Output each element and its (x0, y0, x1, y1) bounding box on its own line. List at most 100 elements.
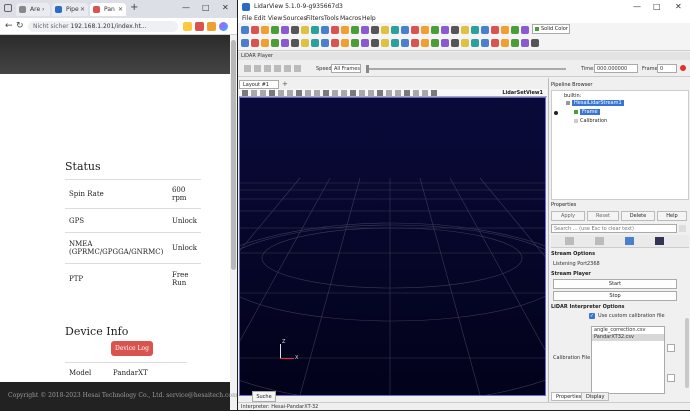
browser-tab-3[interactable]: Pan ✕ (90, 3, 126, 16)
properties-search-input[interactable]: Search ... (use Esc to clear text) (551, 224, 677, 233)
star-icon[interactable] (183, 22, 192, 31)
speed-select[interactable]: All Frames (331, 64, 361, 73)
loop-icon[interactable] (294, 65, 301, 72)
close-tab-icon[interactable]: ✕ (80, 3, 85, 16)
toolbar-tool-icon[interactable] (421, 26, 429, 34)
toolbar-tool-icon[interactable] (471, 39, 479, 47)
view-tool-icon[interactable] (251, 90, 257, 96)
toolbar-tool-icon[interactable] (271, 39, 279, 47)
add-layout-button[interactable]: + (282, 80, 288, 88)
toolbar-tool-icon[interactable] (281, 39, 289, 47)
stop-button[interactable]: Stop (553, 291, 677, 301)
pipeline-item-frame[interactable]: Frame (574, 108, 600, 116)
view-tool-icon[interactable] (377, 90, 383, 96)
toolbar-tool-icon[interactable] (381, 26, 389, 34)
list-item[interactable]: angle_correction.csv (592, 327, 664, 334)
copy-icon[interactable] (565, 237, 574, 245)
toolbar-tool-icon[interactable] (261, 39, 269, 47)
view-tool-icon[interactable] (314, 90, 320, 96)
toolbar-tool-icon[interactable] (411, 26, 419, 34)
toolbar-tool-icon[interactable] (291, 26, 299, 34)
maximize-button[interactable]: □ (202, 3, 210, 13)
toolbar-tool-icon[interactable] (271, 26, 279, 34)
toolbar-tool-icon[interactable] (311, 39, 319, 47)
toolbar-tool-icon[interactable] (501, 26, 509, 34)
browser-tab-1[interactable]: Are › (16, 3, 50, 16)
custom-calibration-checkbox[interactable]: ✓ (589, 313, 595, 319)
maximize-button[interactable]: □ (653, 2, 661, 12)
close-button[interactable]: ✕ (222, 3, 229, 13)
toolbar-tool-icon[interactable] (501, 39, 509, 47)
view-tool-icon[interactable] (242, 90, 248, 96)
view-tool-icon[interactable] (422, 90, 428, 96)
play-icon[interactable] (264, 65, 271, 72)
toolbar-tool-icon[interactable] (391, 39, 399, 47)
toolbar-tool-icon[interactable] (251, 39, 259, 47)
remove-file-icon[interactable] (667, 374, 675, 382)
new-tab-button[interactable]: + (130, 2, 138, 13)
toolbar-tool-icon[interactable] (361, 39, 369, 47)
start-button[interactable]: Start (553, 279, 677, 289)
toolbar-tool-icon[interactable] (441, 26, 449, 34)
next-frame-icon[interactable] (274, 65, 281, 72)
menu-view[interactable]: View (268, 14, 282, 23)
toolbar-tool-icon[interactable] (321, 26, 329, 34)
toolbar-tool-icon[interactable] (511, 26, 519, 34)
listening-port-field[interactable]: 2368 (587, 261, 600, 267)
frame-field[interactable]: 0 (657, 64, 677, 73)
toolbar-tool-icon[interactable] (431, 26, 439, 34)
toolbar-tool-icon[interactable] (351, 39, 359, 47)
view-tool-icon[interactable] (269, 90, 275, 96)
calibration-file-list[interactable]: angle_correction.csv PandarXT32.csv (591, 326, 665, 394)
view-tool-icon[interactable] (305, 90, 311, 96)
view-tool-icon[interactable] (296, 90, 302, 96)
toolbar-tool-icon[interactable] (301, 26, 309, 34)
toolbar-tool-icon[interactable] (491, 26, 499, 34)
toolbar-tool-icon[interactable] (411, 39, 419, 47)
save-icon[interactable] (655, 237, 664, 245)
view-tool-icon[interactable] (368, 90, 374, 96)
toolbar-tool-icon[interactable] (451, 26, 459, 34)
toolbar-tool-icon[interactable] (341, 26, 349, 34)
record-icon[interactable] (680, 65, 686, 71)
toolbar-tool-icon[interactable] (511, 39, 519, 47)
timeline-slider[interactable] (366, 68, 566, 70)
first-frame-icon[interactable] (244, 65, 251, 72)
previous-frame-icon[interactable] (254, 65, 261, 72)
menu-macros[interactable]: Macros (340, 14, 361, 23)
toolbar-tool-icon[interactable] (401, 39, 409, 47)
list-item[interactable]: PandarXT32.csv (592, 334, 664, 341)
extension-icon[interactable] (207, 22, 216, 31)
view-tool-icon[interactable] (278, 90, 284, 96)
toolbar-tool-icon[interactable] (301, 39, 309, 47)
scrollbar-thumb[interactable] (231, 40, 236, 270)
close-tab-icon[interactable]: ✕ (118, 3, 123, 16)
view-tool-icon[interactable] (323, 90, 329, 96)
gear-icon[interactable] (679, 225, 686, 232)
toolbar-tool-icon[interactable] (321, 39, 329, 47)
close-button[interactable]: ✕ (675, 2, 682, 12)
paste-icon[interactable] (595, 237, 604, 245)
menu-file[interactable]: File (242, 14, 252, 23)
toolbar-tool-icon[interactable] (331, 26, 339, 34)
back-arrow-icon[interactable]: ← (5, 21, 13, 31)
toolbar-tool-icon[interactable] (331, 39, 339, 47)
help-button[interactable]: Help (657, 211, 687, 221)
view-tool-icon[interactable] (413, 90, 419, 96)
toolbar-tool-icon[interactable] (451, 39, 459, 47)
layout-tab[interactable]: Layout #1 (239, 80, 279, 89)
minimize-button[interactable]: — (182, 3, 190, 13)
delete-button[interactable]: Delete (621, 211, 655, 221)
minimize-button[interactable]: — (633, 2, 641, 12)
menu-sources[interactable]: Sources (283, 14, 307, 23)
color-select[interactable]: Solid Color (532, 24, 570, 34)
toolbar-tool-icon[interactable] (521, 26, 529, 34)
toolbar-tool-icon[interactable] (531, 39, 539, 47)
last-frame-icon[interactable] (284, 65, 291, 72)
time-field[interactable]: 000.000000 (594, 64, 638, 73)
toolbar-tool-icon[interactable] (351, 26, 359, 34)
toolbar-tool-icon[interactable] (251, 26, 259, 34)
view-tool-icon[interactable] (359, 90, 365, 96)
toolbar-tool-icon[interactable] (421, 39, 429, 47)
url-field[interactable]: Nicht sicher 192.168.1.201/index.ht... (28, 21, 178, 32)
